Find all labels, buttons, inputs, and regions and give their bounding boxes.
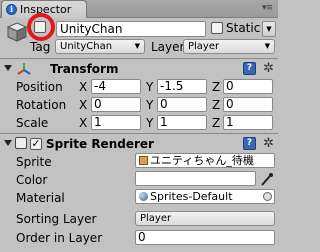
material-field[interactable]: Sprites-Default bbox=[135, 189, 275, 204]
material-label: Material bbox=[16, 191, 65, 205]
position-x-field[interactable]: -4 bbox=[91, 79, 141, 94]
order-in-layer-row: Order in Layer 0 bbox=[0, 229, 278, 247]
tag-dropdown[interactable]: UnityChan ▼ bbox=[55, 39, 145, 54]
sprite-field[interactable]: ユニティちゃん_待機 bbox=[135, 153, 275, 168]
layer-value: Player bbox=[188, 41, 220, 52]
foldout-arrow-icon[interactable] bbox=[4, 140, 12, 146]
position-row: Position X -4 Y -1.5 Z 0 bbox=[0, 78, 278, 96]
axis-y-label: Y bbox=[146, 80, 154, 94]
tag-value: UnityChan bbox=[60, 41, 113, 52]
object-picker-icon[interactable] bbox=[263, 192, 272, 201]
sorting-layer-value: Player bbox=[140, 213, 172, 224]
scale-y-field[interactable]: 1 bbox=[157, 115, 207, 130]
color-row: Color bbox=[0, 171, 278, 189]
chevron-down-icon: ▼ bbox=[134, 42, 140, 50]
panel-menu-icon[interactable]: ▾≡ bbox=[262, 3, 273, 13]
transform-header[interactable]: Transform ? ✲ bbox=[0, 60, 278, 78]
eyedropper-icon[interactable] bbox=[260, 172, 274, 187]
scale-label: Scale bbox=[16, 116, 49, 130]
sorting-layer-label: Sorting Layer bbox=[16, 212, 97, 226]
position-y-field[interactable]: -1.5 bbox=[157, 79, 207, 94]
divider bbox=[0, 58, 278, 59]
material-row: Material Sprites-Default bbox=[0, 189, 278, 207]
color-swatch[interactable] bbox=[135, 171, 256, 186]
sprite-renderer-header[interactable]: ✓ Sprite Renderer ? ✲ bbox=[0, 135, 278, 153]
order-in-layer-field[interactable]: 0 bbox=[135, 230, 275, 245]
order-in-layer-label: Order in Layer bbox=[16, 231, 103, 245]
gear-icon[interactable]: ✲ bbox=[263, 61, 274, 76]
chevron-down-icon: ▼ bbox=[264, 42, 270, 50]
scale-z-field[interactable]: 1 bbox=[223, 115, 273, 130]
sorting-layer-row: Sorting Layer Player bbox=[0, 210, 278, 228]
sprite-renderer-title: Sprite Renderer bbox=[46, 137, 154, 151]
transform-axes-icon bbox=[17, 63, 31, 75]
chevron-down-icon: ▼ bbox=[266, 25, 272, 33]
divider bbox=[0, 133, 278, 134]
color-label: Color bbox=[16, 173, 48, 187]
axis-y-label: Y bbox=[146, 116, 154, 130]
sprite-renderer-enabled-checkbox[interactable]: ✓ bbox=[30, 138, 42, 150]
rotation-row: Rotation X 0 Y 0 Z 0 bbox=[0, 96, 278, 114]
static-dropdown-button[interactable]: ▼ bbox=[262, 21, 276, 37]
axis-x-label: X bbox=[79, 98, 88, 112]
object-name-field[interactable]: UnityChan bbox=[56, 21, 206, 37]
gameobject-cube-icon bbox=[6, 22, 28, 42]
rotation-x-field[interactable]: 0 bbox=[91, 97, 141, 112]
rotation-z-field[interactable]: 0 bbox=[223, 97, 273, 112]
static-label: Static bbox=[226, 21, 261, 35]
static-checkbox[interactable] bbox=[211, 22, 223, 34]
sprite-asset-icon bbox=[139, 156, 148, 165]
scale-x-field[interactable]: 1 bbox=[91, 115, 141, 130]
layer-dropdown[interactable]: Player ▼ bbox=[183, 39, 275, 54]
info-icon: i bbox=[6, 4, 17, 15]
rotation-y-field[interactable]: 0 bbox=[157, 97, 207, 112]
sorting-layer-dropdown[interactable]: Player bbox=[135, 211, 275, 226]
axis-z-label: Z bbox=[212, 80, 221, 94]
sprite-renderer-icon bbox=[15, 137, 27, 149]
tag-label: Tag bbox=[30, 40, 51, 54]
transform-title: Transform bbox=[50, 62, 119, 76]
axis-z-label: Z bbox=[212, 116, 221, 130]
axis-y-label: Y bbox=[146, 98, 154, 112]
material-icon bbox=[139, 192, 148, 201]
sprite-value: ユニティちゃん_待機 bbox=[150, 154, 254, 167]
rotation-label: Rotation bbox=[16, 98, 67, 112]
axis-x-label: X bbox=[79, 116, 88, 130]
axis-z-label: Z bbox=[212, 98, 221, 112]
axis-x-label: X bbox=[79, 80, 88, 94]
position-label: Position bbox=[16, 80, 63, 94]
layer-label: Layer bbox=[151, 40, 185, 54]
highlight-circle bbox=[27, 13, 55, 41]
sprite-label: Sprite bbox=[16, 155, 52, 169]
sprite-row: Sprite ユニティちゃん_待機 bbox=[0, 153, 278, 171]
scale-row: Scale X 1 Y 1 Z 1 bbox=[0, 114, 278, 132]
help-icon[interactable]: ? bbox=[243, 62, 256, 75]
help-icon[interactable]: ? bbox=[243, 137, 256, 150]
position-z-field[interactable]: 0 bbox=[223, 79, 273, 94]
foldout-arrow-icon[interactable] bbox=[4, 65, 12, 71]
gear-icon[interactable]: ✲ bbox=[263, 136, 274, 151]
material-value: Sprites-Default bbox=[150, 190, 233, 203]
